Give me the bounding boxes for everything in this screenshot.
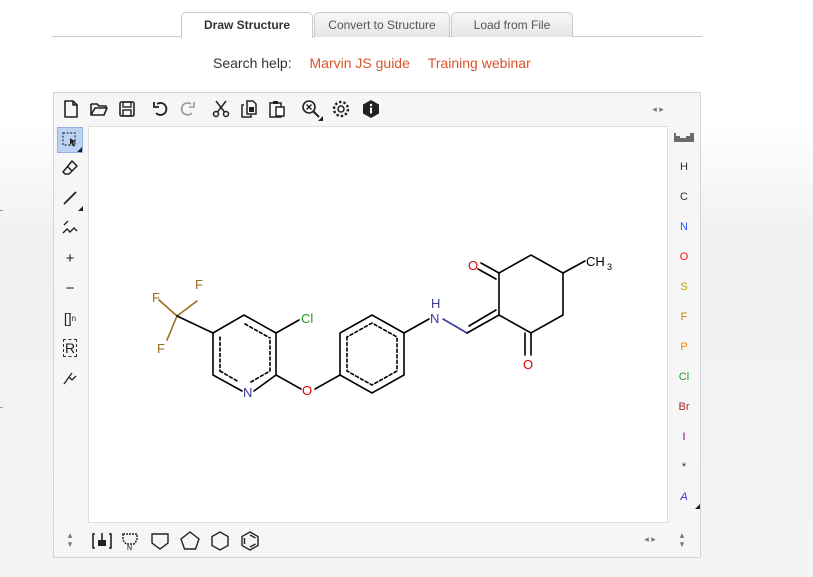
aromatic-bonds [219, 370, 271, 383]
oxygen-atom-label: O [302, 383, 312, 398]
carbonyl-double-bond [524, 332, 532, 356]
sgroup-bracket-button[interactable]: [] n [57, 305, 83, 331]
nitrogen-atom-label: N [430, 311, 439, 326]
bond [158, 299, 178, 317]
pyridine-ring-bonds [212, 314, 277, 392]
bond [275, 319, 300, 334]
bond [176, 315, 214, 334]
element-button-p[interactable]: P [668, 335, 700, 359]
hydrogen-atom-label: H [431, 296, 440, 311]
fluorine-atom-label: F [152, 290, 160, 305]
aromatic-bonds [219, 323, 271, 372]
bottom-scroll-arrows-icon[interactable]: ◂ ▸ [640, 535, 660, 544]
info-icon[interactable] [359, 97, 383, 121]
double-bond [466, 309, 500, 334]
rgroup-label: R [62, 339, 78, 357]
oxygen-atom-label: O [468, 258, 478, 273]
element-button-h[interactable]: H [668, 155, 700, 179]
search-help: Search help: Marvin JS guide Training we… [213, 55, 531, 71]
element-button-br[interactable]: Br [668, 395, 700, 419]
element-button-a[interactable]: A [668, 485, 700, 509]
toolbar-scroll-arrows-icon[interactable]: ◂ ▸ [648, 105, 668, 114]
cyclohexane-ring-bonds [498, 254, 564, 334]
search-help-label: Search help: [213, 55, 292, 71]
attachment-point-icon[interactable] [57, 365, 83, 391]
element-button-cl[interactable]: Cl [668, 365, 700, 389]
template-scroll-arrows-icon[interactable]: ▴ ▾ [64, 531, 76, 549]
left-toolbar: + − [] n R [54, 125, 86, 525]
element-button-f[interactable]: F [668, 305, 700, 329]
dropdown-corner-icon [695, 504, 700, 509]
paste-icon[interactable] [265, 97, 289, 121]
benzene-ring-bonds [339, 314, 405, 394]
screen-edge-mark [0, 210, 3, 211]
eraser-icon[interactable] [57, 155, 83, 181]
tab-draw-structure[interactable]: Draw Structure [181, 12, 313, 38]
aromatic-bonds [346, 322, 398, 386]
screen-edge-mark [0, 407, 3, 408]
bracket-sub-label: n [71, 313, 77, 323]
fluorine-atom-label: F [157, 341, 165, 356]
element-toolbar: H C N O S F P Cl Br I * A [668, 125, 700, 525]
save-icon[interactable] [115, 97, 139, 121]
bottom-toolbar: ▴ ▾ N ◂ ▸ ▴ ▾ [54, 525, 700, 557]
increase-charge-button[interactable]: + [57, 245, 83, 271]
methyl-group-label: CH [586, 254, 605, 269]
dropdown-corner-icon [318, 116, 323, 121]
marvin-js-guide-link[interactable]: Marvin JS guide [310, 55, 410, 71]
dropdown-corner-icon [78, 206, 83, 211]
sugar-template-icon[interactable]: N [118, 529, 142, 553]
chlorine-atom-label: Cl [301, 311, 313, 326]
copy-icon[interactable] [237, 97, 261, 121]
fluorine-atom-label: F [195, 277, 203, 292]
rgroup-button[interactable]: R [57, 335, 83, 361]
tab-bar: Draw Structure Convert to Structure Load… [52, 12, 702, 38]
svg-text:N: N [127, 545, 132, 552]
nitrogen-atom-label: N [243, 385, 252, 400]
tab-convert-to-structure[interactable]: Convert to Structure [314, 12, 450, 37]
oxygen-atom-label: O [523, 357, 533, 372]
bond [166, 315, 178, 341]
bracket-label: [] [63, 310, 72, 326]
bond [403, 318, 430, 334]
decrease-charge-button[interactable]: − [57, 275, 83, 301]
rectangle-selection-icon[interactable] [57, 127, 83, 153]
methyl-subscript-label: 3 [607, 262, 612, 272]
pentagon-template-icon[interactable] [178, 529, 202, 553]
element-button-i[interactable]: I [668, 425, 700, 449]
cyclopentane-template-icon[interactable] [148, 529, 172, 553]
molecule-structure: F F F Cl N O H N O O CH 3 [152, 254, 612, 400]
benzene-template-icon[interactable] [238, 529, 262, 553]
carbonyl-double-bond [477, 262, 500, 280]
marvin-editor: ◂ ▸ + − [] n R F F F Cl N O H N O O CH 3… [53, 92, 701, 558]
bond [176, 300, 198, 317]
element-button-n[interactable]: N [668, 215, 700, 239]
element-button-o[interactable]: O [668, 245, 700, 269]
open-folder-icon[interactable] [87, 97, 111, 121]
cut-icon[interactable] [209, 97, 233, 121]
bond [442, 318, 468, 334]
bond [314, 374, 341, 390]
bond [275, 374, 302, 390]
dropdown-corner-icon [77, 147, 82, 152]
tab-load-from-file[interactable]: Load from File [451, 12, 573, 37]
single-bond-icon[interactable] [57, 185, 83, 211]
settings-icon[interactable] [329, 97, 353, 121]
periodic-table-icon[interactable] [668, 125, 700, 149]
hexagon-template-icon[interactable] [208, 529, 232, 553]
redo-icon[interactable] [175, 97, 199, 121]
bond [562, 260, 586, 274]
template-library-icon[interactable] [90, 529, 114, 553]
element-button-s[interactable]: S [668, 275, 700, 299]
zoom-icon[interactable] [299, 97, 323, 121]
element-button-any[interactable]: * [668, 455, 700, 479]
chain-icon[interactable] [57, 215, 83, 241]
drawing-canvas[interactable]: F F F Cl N O H N O O CH 3 [88, 126, 668, 523]
top-toolbar: ◂ ▸ [54, 93, 700, 125]
new-document-icon[interactable] [59, 97, 83, 121]
element-button-c[interactable]: C [668, 185, 700, 209]
training-webinar-link[interactable]: Training webinar [428, 55, 531, 71]
element-scroll-arrows-icon[interactable]: ▴ ▾ [676, 531, 688, 549]
undo-icon[interactable] [149, 97, 173, 121]
